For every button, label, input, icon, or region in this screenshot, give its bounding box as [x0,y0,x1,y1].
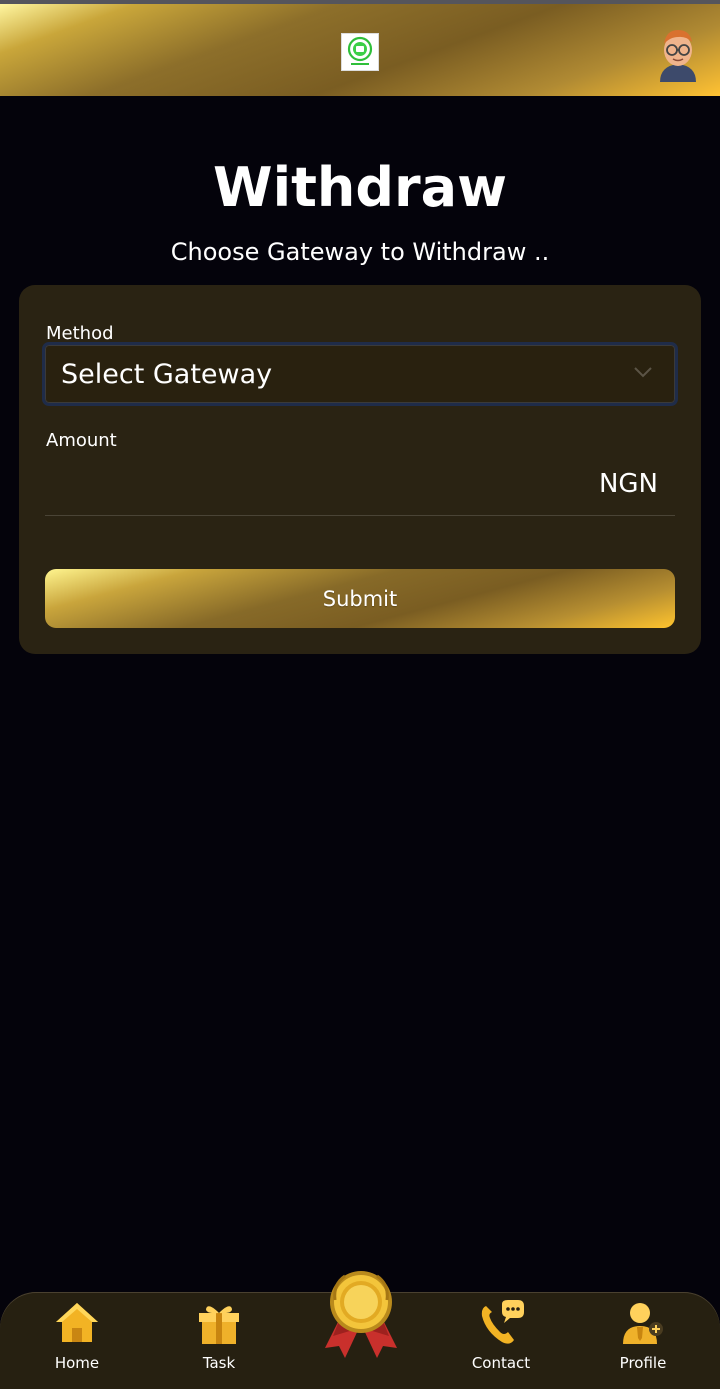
nav-item-reward[interactable] [323,1270,399,1360]
user-avatar[interactable] [656,26,700,82]
nav-label-profile: Profile [619,1354,667,1372]
currency-label: NGN [598,469,658,499]
gateway-select[interactable]: Select Gateway [42,342,678,406]
nav-label-contact: Contact [471,1354,531,1372]
page-title: Withdraw [213,156,507,219]
chevron-down-icon [634,367,652,378]
nav-item-task[interactable]: Task [164,1300,274,1372]
nav-label-task: Task [202,1354,236,1372]
phone-chat-icon [481,1300,524,1344]
gift-icon [199,1306,239,1344]
amount-input[interactable] [45,465,675,516]
nav-item-profile[interactable]: Profile [588,1300,698,1372]
withdraw-form: Method Select Gateway Amount NGN Submit [19,285,701,654]
submit-button[interactable]: Submit [45,569,675,628]
profile-add-icon [623,1303,663,1344]
app-header [0,4,720,96]
method-label: Method [46,323,114,344]
home-icon [56,1303,98,1342]
nav-item-home[interactable]: Home [22,1300,132,1372]
avatar-icon [660,30,696,82]
nav-label-home: Home [54,1354,100,1372]
app-logo[interactable] [341,33,379,71]
medal-icon [325,1271,397,1358]
logo-icon [347,36,373,65]
gateway-select-value: Select Gateway [61,359,273,390]
page-subtitle: Choose Gateway to Withdraw .. [170,238,550,266]
nav-item-contact[interactable]: Contact [446,1300,556,1372]
amount-label: Amount [46,430,117,451]
